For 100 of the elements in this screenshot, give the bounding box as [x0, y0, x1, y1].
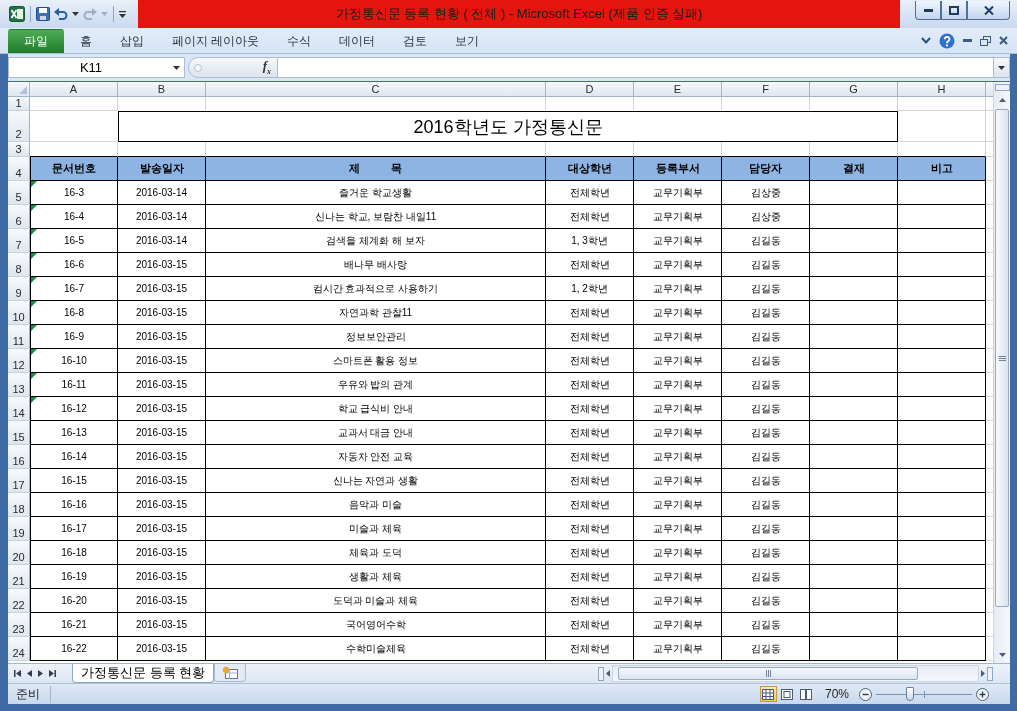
insert-sheet-button[interactable]	[214, 664, 247, 682]
row-number[interactable]: 14	[8, 397, 30, 421]
caret-down-icon[interactable]	[173, 65, 180, 70]
zoom-slider-thumb[interactable]	[905, 687, 914, 701]
table-cell: 2016-03-15	[118, 325, 206, 349]
row-number[interactable]: 6	[8, 205, 30, 229]
file-tab[interactable]: 파일	[8, 29, 64, 53]
app-logo-icon[interactable]	[9, 6, 25, 22]
row-number[interactable]: 2	[8, 111, 30, 142]
column-letter[interactable]: F	[722, 82, 810, 97]
zoom-out-icon[interactable]	[859, 687, 872, 701]
row-number[interactable]: 15	[8, 421, 30, 445]
chevron-down-icon[interactable]	[921, 37, 931, 44]
table-header-cell: 대상학년	[546, 157, 634, 181]
row-number[interactable]: 9	[8, 277, 30, 301]
table-cell: 16-3	[30, 181, 118, 205]
table-header-cell: 제 목	[206, 157, 546, 181]
caret-right-icon[interactable]	[38, 670, 43, 677]
zoom-level[interactable]: 70%	[824, 687, 849, 701]
undo-icon[interactable]	[54, 8, 68, 20]
column-letter[interactable]: E	[634, 82, 722, 97]
row-number[interactable]: 18	[8, 493, 30, 517]
minimize-button[interactable]	[915, 1, 941, 20]
row-number[interactable]: 12	[8, 349, 30, 373]
column-letter[interactable]: H	[898, 82, 986, 97]
customize-icon[interactable]	[119, 10, 126, 18]
maximize-button[interactable]	[941, 1, 967, 20]
table-cell: 수학미술체육	[206, 637, 546, 661]
table-cell: 김길동	[722, 541, 810, 565]
column-letter[interactable]: D	[546, 82, 634, 97]
caret-left-icon[interactable]	[606, 670, 610, 677]
table-cell: 2016-03-14	[118, 205, 206, 229]
column-letter[interactable]: G	[810, 82, 898, 97]
new-sheet-icon	[222, 666, 239, 679]
page-layout-view-button[interactable]	[778, 686, 796, 702]
save-icon[interactable]	[36, 7, 50, 21]
row-number[interactable]: 22	[8, 589, 30, 613]
table-cell: 2016-03-15	[118, 421, 206, 445]
row-number[interactable]: 10	[8, 301, 30, 325]
vertical-scrollbar[interactable]	[993, 82, 1010, 663]
row-number[interactable]: 8	[8, 253, 30, 277]
caret-down-icon[interactable]	[72, 12, 79, 16]
row-number[interactable]: 17	[8, 469, 30, 493]
ribbon-tab[interactable]: 검토	[389, 29, 442, 53]
table-cell: 전체학년	[546, 445, 634, 469]
table-cell: 16-15	[30, 469, 118, 493]
ribbon-tab[interactable]: 홈	[66, 29, 106, 53]
normal-view-button[interactable]	[759, 686, 777, 702]
row-number[interactable]: 19	[8, 517, 30, 541]
table-cell: 2016-03-15	[118, 541, 206, 565]
help-icon[interactable]	[939, 32, 955, 49]
page-break-view-button[interactable]	[797, 686, 815, 702]
table-header-cell: 발송일자	[118, 157, 206, 181]
ribbon-tab[interactable]: 삽입	[106, 29, 158, 53]
formula-input[interactable]	[278, 57, 994, 78]
column-letter[interactable]: B	[118, 82, 206, 97]
row-number[interactable]: 3	[8, 142, 30, 157]
expand-formula-button[interactable]	[994, 57, 1010, 78]
row-number[interactable]: 13	[8, 373, 30, 397]
table-cell: 전체학년	[546, 421, 634, 445]
row-number[interactable]: 23	[8, 613, 30, 637]
table-cell: 1, 2학년	[546, 277, 634, 301]
ribbon-tab[interactable]: 보기	[441, 29, 494, 53]
caret-left-icon[interactable]	[27, 670, 32, 677]
close-icon[interactable]	[999, 36, 1008, 45]
scroll-thumb[interactable]	[618, 667, 918, 680]
table-cell: 교무기획부	[634, 469, 722, 493]
handle-icon[interactable]	[194, 63, 202, 72]
scroll-thumb[interactable]	[995, 109, 1009, 607]
column-letter[interactable]: A	[30, 82, 118, 97]
column-letter[interactable]: C	[206, 82, 546, 97]
row-number[interactable]: 21	[8, 565, 30, 589]
ribbon-tab[interactable]: 수식	[273, 29, 326, 53]
zoom-in-icon[interactable]	[976, 687, 989, 701]
row-number[interactable]: 24	[8, 637, 30, 661]
horizontal-scrollbar[interactable]	[612, 665, 979, 682]
caret-down-icon[interactable]	[998, 653, 1006, 657]
caret-right-icon[interactable]	[981, 670, 985, 677]
row-number[interactable]: 20	[8, 541, 30, 565]
ribbon-tab[interactable]: 데이터	[325, 29, 390, 53]
insert-function-button[interactable]: f$_{x}$	[260, 59, 273, 76]
restore-icon[interactable]	[980, 35, 991, 46]
table-cell: 김길동	[722, 421, 810, 445]
row-number[interactable]: 5	[8, 181, 30, 205]
row-number[interactable]: 16	[8, 445, 30, 469]
grip-icon	[765, 670, 771, 677]
close-button[interactable]	[967, 1, 1010, 20]
row-number[interactable]: 4	[8, 157, 30, 181]
skip-forward-icon[interactable]	[49, 670, 56, 677]
sheet-tab[interactable]: 가정통신문 등록 현황	[72, 664, 215, 683]
skip-back-icon[interactable]	[14, 670, 21, 677]
row-number[interactable]: 11	[8, 325, 30, 349]
table-cell: 교무기획부	[634, 613, 722, 637]
caret-up-icon[interactable]	[998, 98, 1006, 102]
row-number[interactable]: 1	[8, 97, 30, 111]
table-cell: 교무기획부	[634, 637, 722, 661]
ribbon-tab[interactable]: 페이지 레이아웃	[158, 29, 274, 53]
name-box[interactable]: K11	[8, 57, 185, 78]
row-number[interactable]: 7	[8, 229, 30, 253]
table-cell: 2016-03-15	[118, 493, 206, 517]
